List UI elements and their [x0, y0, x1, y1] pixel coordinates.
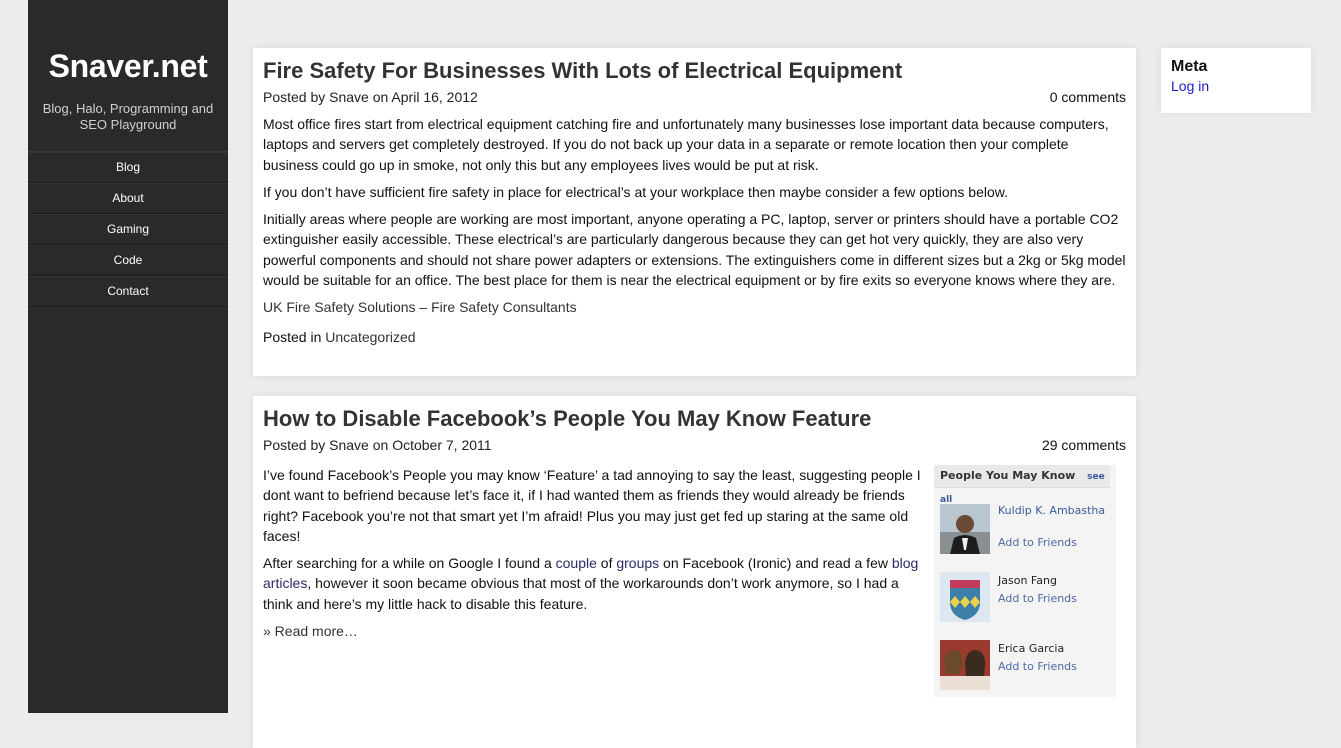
- post-paragraph: Initially areas where people are working…: [263, 211, 1126, 289]
- post-facebook: How to Disable Facebook’s People You May…: [253, 396, 1136, 748]
- nav-item-code[interactable]: Code: [28, 245, 228, 276]
- fb-person: Kuldip K. Ambastha Add to Friends: [940, 504, 1110, 556]
- text-run: on Facebook (Ironic) and read a few: [659, 555, 892, 572]
- post-title[interactable]: How to Disable Facebook’s People You May…: [263, 406, 1126, 432]
- comments-link[interactable]: 0 comments: [1050, 88, 1126, 106]
- nav-item-blog[interactable]: Blog: [28, 152, 228, 183]
- meta-widget: Meta Log in: [1161, 48, 1311, 113]
- text-run: of: [596, 555, 617, 572]
- groups-link[interactable]: groups: [616, 555, 659, 571]
- text-run: After searching for a while on Google I …: [263, 555, 556, 572]
- read-more-line: » Read more…: [263, 621, 923, 641]
- login-link[interactable]: Log in: [1171, 78, 1301, 94]
- nav-item-gaming[interactable]: Gaming: [28, 214, 228, 245]
- site-tagline: Blog, Halo, Programming and SEO Playgrou…: [42, 101, 214, 132]
- fb-widget-title: People You May Know: [940, 469, 1076, 482]
- post-fire-safety: Fire Safety For Businesses With Lots of …: [253, 48, 1136, 376]
- sidebar: Snaver.net Blog, Halo, Programming and S…: [28, 0, 228, 713]
- post-title[interactable]: Fire Safety For Businesses With Lots of …: [263, 58, 1126, 84]
- posted-in-label: Posted in: [263, 328, 322, 345]
- post-meta: Posted by Snave on April 16, 2012 0 comm…: [263, 88, 1126, 106]
- avatar[interactable]: [940, 640, 990, 690]
- avatar[interactable]: [940, 504, 990, 554]
- post-paragraph: I’ve found Facebook’s People you may kno…: [263, 467, 921, 544]
- fb-person-name[interactable]: Jason Fang: [998, 574, 1108, 588]
- couple-link[interactable]: couple: [556, 555, 597, 571]
- nav-item-contact[interactable]: Contact: [28, 276, 228, 307]
- read-more-link[interactable]: » Read more…: [263, 623, 358, 639]
- add-to-friends-link[interactable]: Add to Friends: [998, 536, 1077, 549]
- avatar[interactable]: [940, 572, 990, 622]
- post-body: I’ve found Facebook’s People you may kno…: [263, 465, 923, 641]
- fb-person: Erica Garcia Add to Friends: [940, 640, 1110, 692]
- text-run: , however it soon became obvious that mo…: [263, 575, 899, 612]
- fb-person: Jason Fang Add to Friends: [940, 572, 1110, 624]
- post-byline: Posted by Snave on April 16, 2012: [263, 89, 478, 105]
- add-to-friends-link[interactable]: Add to Friends: [998, 660, 1077, 673]
- post-byline: Posted by Snave on October 7, 2011: [263, 437, 492, 453]
- category-link[interactable]: Uncategorized: [325, 329, 415, 345]
- meta-title: Meta: [1171, 58, 1208, 75]
- site-title[interactable]: Snaver.net: [28, 48, 228, 85]
- post-paragraph: If you don’t have sufficient fire safety…: [263, 183, 1008, 200]
- fire-safety-link[interactable]: UK Fire Safety Solutions – Fire Safety C…: [263, 299, 577, 315]
- add-to-friends-link[interactable]: Add to Friends: [998, 592, 1077, 605]
- fb-widget-header: People You May Know see all: [934, 465, 1110, 505]
- post-external-link-paragraph: UK Fire Safety Solutions – Fire Safety C…: [263, 297, 1126, 317]
- fb-person-name[interactable]: Erica Garcia: [998, 642, 1108, 656]
- post-paragraph: After searching for a while on Google I …: [263, 553, 923, 614]
- post-meta: Posted by Snave on October 7, 2011 29 co…: [263, 436, 1126, 454]
- main-nav: Blog About Gaming Code Contact: [28, 151, 228, 307]
- nav-item-about[interactable]: About: [28, 183, 228, 214]
- fb-person-name[interactable]: Kuldip K. Ambastha: [998, 504, 1108, 518]
- people-you-may-know-widget: People You May Know see all Kuldip K. Am…: [934, 465, 1116, 697]
- post-paragraph: Most office fires start from electrical …: [263, 116, 1109, 173]
- post-category-line: Posted in Uncategorized: [263, 327, 1126, 347]
- comments-link[interactable]: 29 comments: [1042, 436, 1126, 454]
